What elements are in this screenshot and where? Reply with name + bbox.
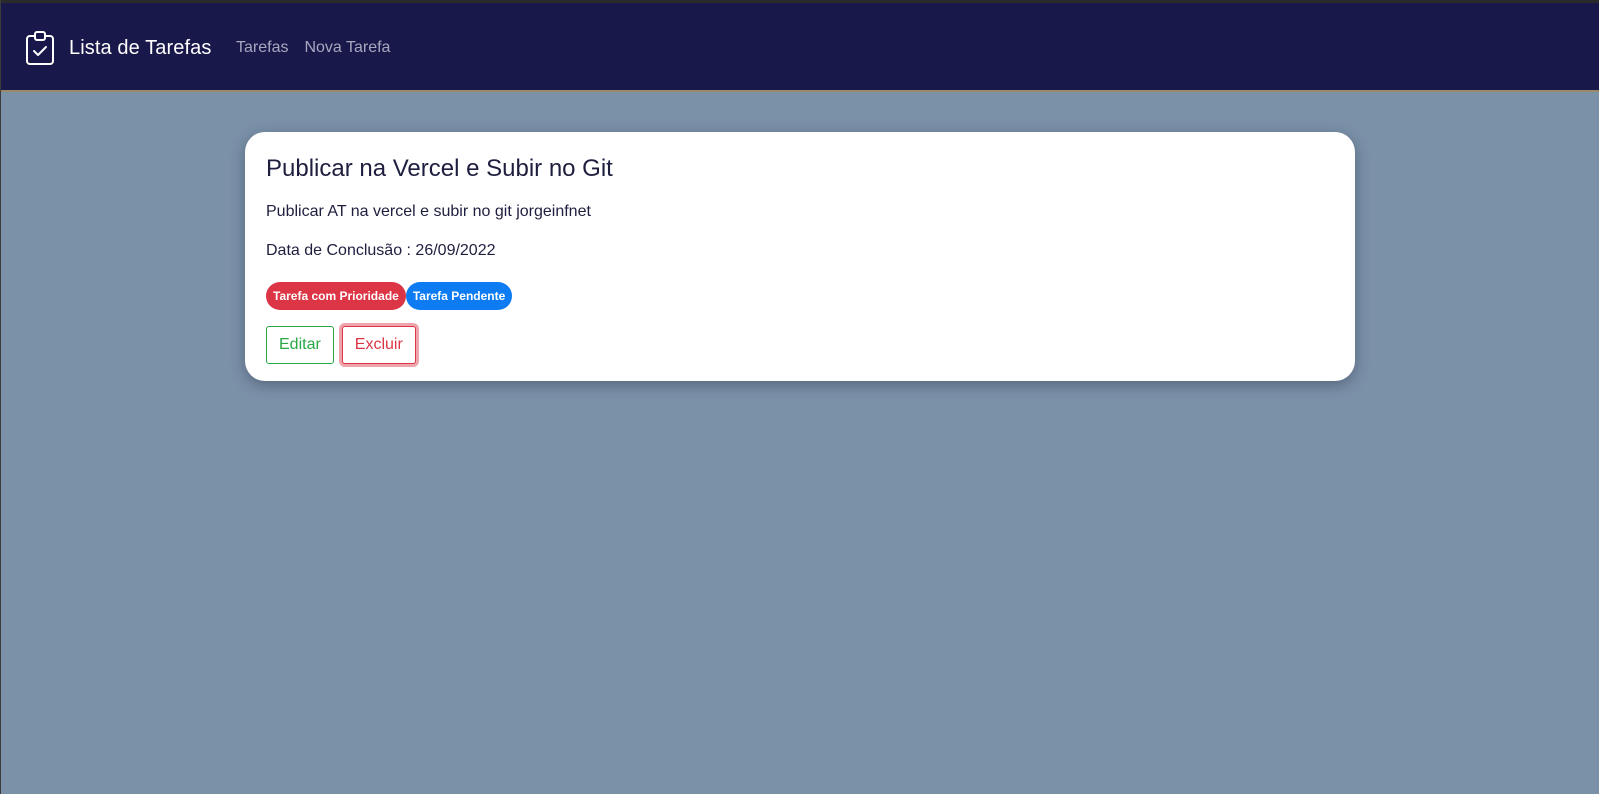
task-card: Publicar na Vercel e Subir no Git Public… bbox=[245, 132, 1355, 381]
clipboard-check-icon bbox=[26, 31, 54, 65]
status-badge: Tarefa Pendente bbox=[405, 282, 513, 310]
app-title: Lista de Tarefas bbox=[69, 36, 212, 59]
delete-button[interactable]: Excluir bbox=[341, 326, 416, 364]
task-title: Publicar na Vercel e Subir no Git bbox=[266, 155, 613, 182]
nav-link-tarefas[interactable]: Tarefas bbox=[236, 39, 288, 57]
nav-links: Tarefas Nova Tarefa bbox=[236, 39, 390, 57]
task-actions: Editar Excluir bbox=[266, 326, 1334, 364]
navbar: Lista de Tarefas Tarefas Nova Tarefa bbox=[1, 0, 1599, 92]
priority-badge: Tarefa com Prioridade bbox=[266, 282, 406, 310]
task-description: Publicar AT na vercel e subir no git jor… bbox=[266, 203, 591, 220]
nav-link-nova-tarefa[interactable]: Nova Tarefa bbox=[304, 39, 390, 57]
task-badges: Tarefa com Prioridade Tarefa Pendente bbox=[266, 282, 1334, 310]
edit-button[interactable]: Editar bbox=[266, 326, 334, 364]
window-edge bbox=[0, 0, 1, 794]
brand[interactable]: Lista de Tarefas bbox=[25, 30, 211, 66]
task-due-date: Data de Conclusão : 26/09/2022 bbox=[266, 242, 496, 259]
